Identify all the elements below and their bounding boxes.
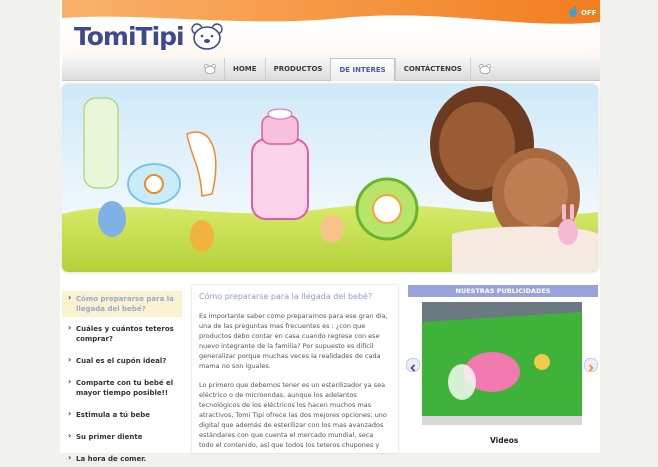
sidebar-item-comparte[interactable]: Comparte con tu bebé el mayor tiempo pos… bbox=[62, 375, 182, 401]
article-paragraph-1: Es importante saber como prepararnos par… bbox=[199, 312, 388, 370]
arrow-left-icon[interactable] bbox=[406, 358, 420, 372]
ads-header-label: NUESTRAS PUBLICIDADES bbox=[455, 287, 551, 295]
article-body: Es importante saber como prepararnos par… bbox=[199, 311, 389, 459]
article-panel: Cómo prepararse para la llegada del bebé… bbox=[192, 285, 398, 453]
nav-de-interes[interactable]: DE INTERES bbox=[330, 58, 395, 81]
arrow-right-icon[interactable] bbox=[584, 358, 598, 372]
hero-banner-illustration bbox=[62, 84, 598, 272]
sidebar-item-cupon[interactable]: Cual es el cupón ideal? bbox=[62, 353, 182, 369]
sidebar-item-hora-comer[interactable]: La hora de comer. bbox=[62, 451, 182, 467]
ads-header: NUESTRAS PUBLICIDADES bbox=[408, 285, 598, 297]
main-nav: HOME PRODUCTOS DE INTERES CONTÁCTENOS bbox=[62, 58, 600, 81]
nav-home[interactable]: HOME bbox=[224, 58, 265, 80]
video-player[interactable] bbox=[422, 302, 582, 425]
article-title: Cómo prepararse para la llegada del bebé… bbox=[199, 292, 373, 301]
article-sidebar: Cómo prepararse para la llegada del bebé… bbox=[62, 285, 182, 463]
sidebar-item-teteros[interactable]: Cuáles y cuántos teteros comprar? bbox=[62, 321, 182, 347]
nav-bear-icon-right bbox=[477, 58, 493, 80]
sidebar-item-preparacion[interactable]: Cómo prepararse para la llegada del bebé… bbox=[62, 291, 182, 317]
site-header: TomiTipi bbox=[62, 0, 600, 59]
bear-logo-icon bbox=[191, 23, 223, 50]
nav-bear-icon-left bbox=[202, 58, 218, 80]
video-thumbnail bbox=[422, 302, 582, 425]
nav-contactenos[interactable]: CONTÁCTENOS bbox=[394, 58, 471, 80]
article-paragraph-2: Lo primero que debemos tener es un ester… bbox=[199, 381, 387, 449]
videos-caption: Videos bbox=[490, 436, 519, 445]
sound-toggle-label[interactable]: OFF bbox=[581, 9, 597, 17]
brand-logo[interactable]: TomiTipi bbox=[74, 22, 185, 51]
nav-productos[interactable]: PRODUCTOS bbox=[264, 58, 331, 80]
sidebar-item-estimula[interactable]: Estimula a tú bebe bbox=[62, 407, 182, 423]
sidebar-item-primer-diente[interactable]: Su primer diente bbox=[62, 429, 182, 445]
hero-banner bbox=[62, 84, 598, 272]
